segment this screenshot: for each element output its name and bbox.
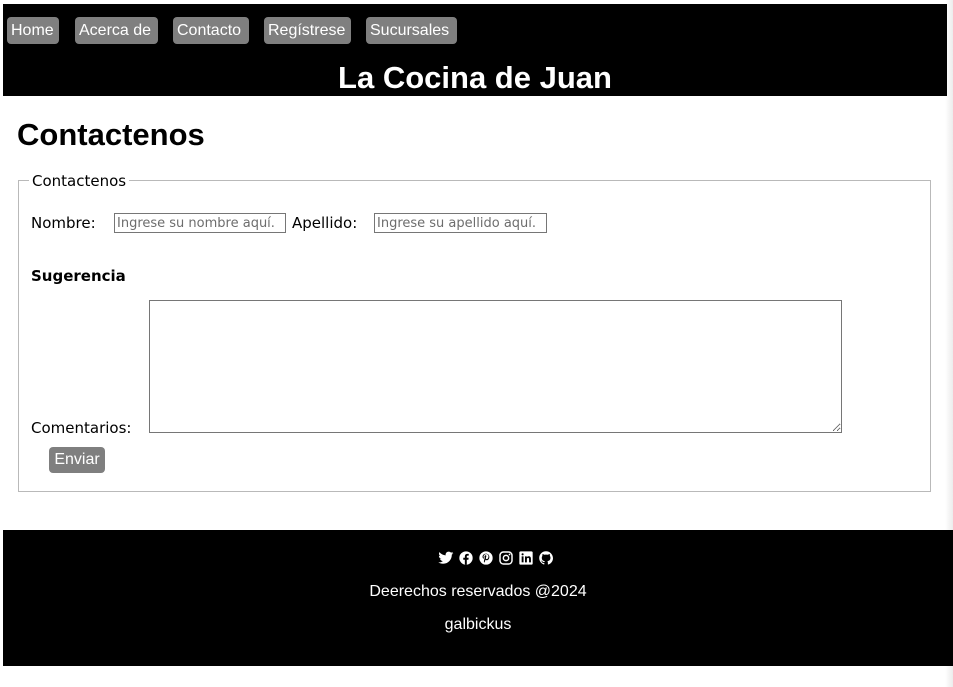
fieldset-legend: Contactenos: [29, 172, 130, 190]
author-text: galbickus: [444, 616, 512, 633]
linkedin-icon[interactable]: [517, 550, 535, 566]
nombre-input[interactable]: [114, 213, 286, 233]
nav-register[interactable]: Regístrese: [264, 17, 351, 44]
site-title: La Cocina de Juan: [338, 60, 612, 95]
instagram-icon[interactable]: [497, 550, 515, 566]
enviar-button[interactable]: Enviar: [49, 447, 105, 473]
twitter-icon[interactable]: [437, 550, 455, 566]
nav-about[interactable]: Acerca de: [75, 17, 158, 44]
nav-home[interactable]: Home: [7, 17, 59, 44]
comentarios-label: Comentarios:: [31, 419, 132, 437]
site-header: Home Acerca de Contacto Regístrese Sucur…: [3, 4, 947, 96]
github-icon[interactable]: [537, 550, 555, 566]
comentarios-textarea[interactable]: [149, 300, 842, 433]
sugerencia-heading: Sugerencia: [31, 267, 126, 285]
social-links: [437, 550, 555, 566]
nombre-label: Nombre:: [31, 214, 96, 232]
apellido-input[interactable]: [374, 213, 547, 233]
apellido-label: Apellido:: [292, 214, 358, 232]
copyright-text: Deerechos reservados @2024: [369, 583, 587, 600]
pinterest-icon[interactable]: [477, 550, 495, 566]
nav-contact[interactable]: Contacto: [173, 17, 249, 44]
site-footer: Deerechos reservados @2024 galbickus: [3, 530, 953, 666]
nav-branches[interactable]: Sucursales: [366, 17, 457, 44]
facebook-icon[interactable]: [457, 550, 475, 566]
page-title: Contactenos: [17, 117, 205, 152]
